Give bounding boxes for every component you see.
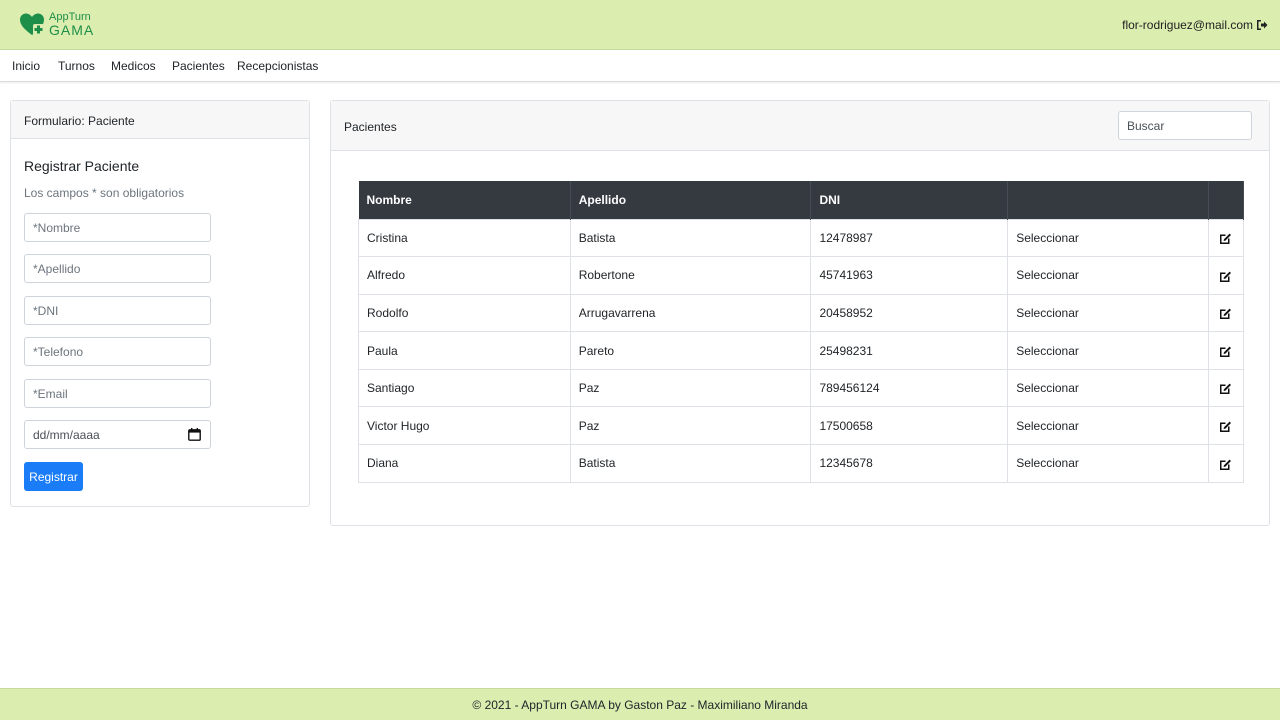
edit-icon[interactable]	[1219, 307, 1232, 320]
user-email: flor-rodriguez@mail.com	[1122, 18, 1253, 32]
cell-dni: 12345678	[810, 444, 1009, 483]
edit-cell[interactable]	[1208, 406, 1245, 445]
footer-text: © 2021 - AppTurn GAMA by Gaston Paz - Ma…	[472, 698, 808, 712]
cell-nombre: Victor Hugo	[358, 406, 571, 445]
table-row: Paula Pareto 25498231 Seleccionar	[358, 331, 1245, 370]
cell-nombre: Rodolfo	[358, 293, 571, 332]
logo-text: AppTurn GAMA	[49, 11, 94, 37]
cell-nombre: Cristina	[358, 218, 571, 257]
cell-dni: 20458952	[810, 293, 1009, 332]
edit-cell[interactable]	[1208, 218, 1245, 257]
cell-apellido: Paz	[570, 406, 812, 445]
edit-cell[interactable]	[1208, 331, 1245, 370]
cell-apellido: Batista	[570, 444, 812, 483]
cell-nombre: Paula	[358, 331, 571, 370]
cell-nombre: Santiago	[358, 368, 571, 407]
patients-card-header: Pacientes	[331, 101, 1269, 151]
birthdate-input[interactable]: dd/mm/aaaa	[24, 420, 211, 449]
cell-dni: 789456124	[810, 368, 1009, 407]
patients-card-title: Pacientes	[344, 120, 397, 134]
edit-icon[interactable]	[1219, 420, 1232, 433]
col-edit	[1208, 181, 1245, 219]
apellido-input[interactable]	[24, 254, 211, 283]
seleccionar-link[interactable]: Seleccionar	[1007, 406, 1209, 445]
nav-item-medicos[interactable]: Medicos	[111, 59, 156, 73]
cell-dni: 17500658	[810, 406, 1009, 445]
form-title: Registrar Paciente	[24, 158, 140, 174]
date-placeholder: dd/mm/aaaa	[33, 428, 100, 442]
form-card-title: Formulario: Paciente	[24, 114, 135, 128]
seleccionar-link[interactable]: Seleccionar	[1007, 331, 1209, 370]
cell-apellido: Paz	[570, 368, 812, 407]
nav-item-turnos[interactable]: Turnos	[58, 59, 95, 73]
main-nav: Inicio Turnos Medicos Pacientes Recepcio…	[0, 50, 1280, 82]
logo-line2: GAMA	[49, 22, 95, 38]
table-row: Victor Hugo Paz 17500658 Seleccionar	[358, 406, 1245, 445]
form-subtitle: Los campos * son obligatorios	[24, 186, 185, 200]
telefono-input[interactable]	[24, 337, 211, 366]
edit-cell[interactable]	[1208, 444, 1245, 483]
nav-item-pacientes[interactable]: Pacientes	[172, 59, 225, 73]
cell-dni: 12478987	[810, 218, 1009, 257]
patients-card: Pacientes Nombre Apellido DNI CristinaBa…	[330, 100, 1270, 526]
col-apellido: Apellido	[570, 181, 812, 219]
registrar-button[interactable]: Registrar	[24, 462, 83, 491]
patients-table: Nombre Apellido DNI Cristina Batista 12478…	[358, 181, 1245, 483]
table-row: Cristina Batista 12478987 Seleccionar	[358, 218, 1245, 257]
app-logo[interactable]: AppTurn GAMA	[18, 10, 94, 38]
cell-apellido: Pareto	[570, 331, 812, 370]
seleccionar-link[interactable]: Seleccionar	[1007, 368, 1209, 407]
cell-apellido: Robertone	[570, 256, 812, 295]
edit-icon[interactable]	[1219, 345, 1232, 358]
cell-apellido: Arrugavarrena	[570, 293, 812, 332]
top-bar: AppTurn GAMA flor-rodriguez@mail.com	[0, 0, 1280, 50]
calendar-icon[interactable]	[188, 428, 201, 441]
table-row: Santiago Paz 789456124 Seleccionar	[358, 368, 1245, 407]
cell-nombre: Alfredo	[358, 256, 571, 295]
seleccionar-link[interactable]: Seleccionar	[1007, 218, 1209, 257]
col-dni: DNI	[810, 181, 1009, 219]
footer: © 2021 - AppTurn GAMA by Gaston Paz - Ma…	[0, 688, 1280, 720]
seleccionar-link[interactable]: Seleccionar	[1007, 256, 1209, 295]
col-select	[1007, 181, 1209, 219]
table-row: Diana Batista 12345678 Seleccionar	[358, 444, 1245, 483]
nombre-input[interactable]	[24, 213, 211, 242]
cell-dni: 45741963	[810, 256, 1009, 295]
edit-cell[interactable]	[1208, 256, 1245, 295]
nav-item-inicio[interactable]: Inicio	[12, 59, 40, 73]
search-input[interactable]	[1118, 111, 1252, 140]
form-card-header: Formulario: Paciente	[11, 101, 309, 139]
dni-input[interactable]	[24, 296, 211, 325]
edit-icon[interactable]	[1219, 382, 1232, 395]
edit-icon[interactable]	[1219, 232, 1232, 245]
nav-item-recepcionistas[interactable]: Recepcionistas	[237, 59, 318, 73]
table-row: Alfredo Robertone 45741963 Seleccionar	[358, 256, 1245, 295]
seleccionar-link[interactable]: Seleccionar	[1007, 444, 1209, 483]
edit-icon[interactable]	[1219, 458, 1232, 471]
col-nombre: Nombre	[358, 181, 571, 219]
table-row: Rodolfo Arrugavarrena 20458952 Seleccionar	[358, 293, 1245, 332]
cell-nombre: Diana	[358, 444, 571, 483]
edit-icon[interactable]	[1219, 270, 1232, 283]
edit-cell[interactable]	[1208, 368, 1245, 407]
cell-dni: 25498231	[810, 331, 1009, 370]
seleccionar-link[interactable]: Seleccionar	[1007, 293, 1209, 332]
patient-form-card: Formulario: Paciente Registrar Paciente …	[10, 100, 310, 507]
patients-table-body: Cristina Batista 12478987 Seleccionar Alfred…	[358, 218, 1245, 483]
table-header-row: Nombre Apellido DNI	[358, 181, 1245, 219]
user-menu[interactable]: flor-rodriguez@mail.com	[1122, 18, 1268, 32]
edit-cell[interactable]	[1208, 293, 1245, 332]
heart-plus-icon	[20, 13, 44, 35]
sign-out-icon[interactable]	[1256, 19, 1268, 31]
cell-apellido: Batista	[570, 218, 812, 257]
email-input[interactable]	[24, 379, 211, 408]
